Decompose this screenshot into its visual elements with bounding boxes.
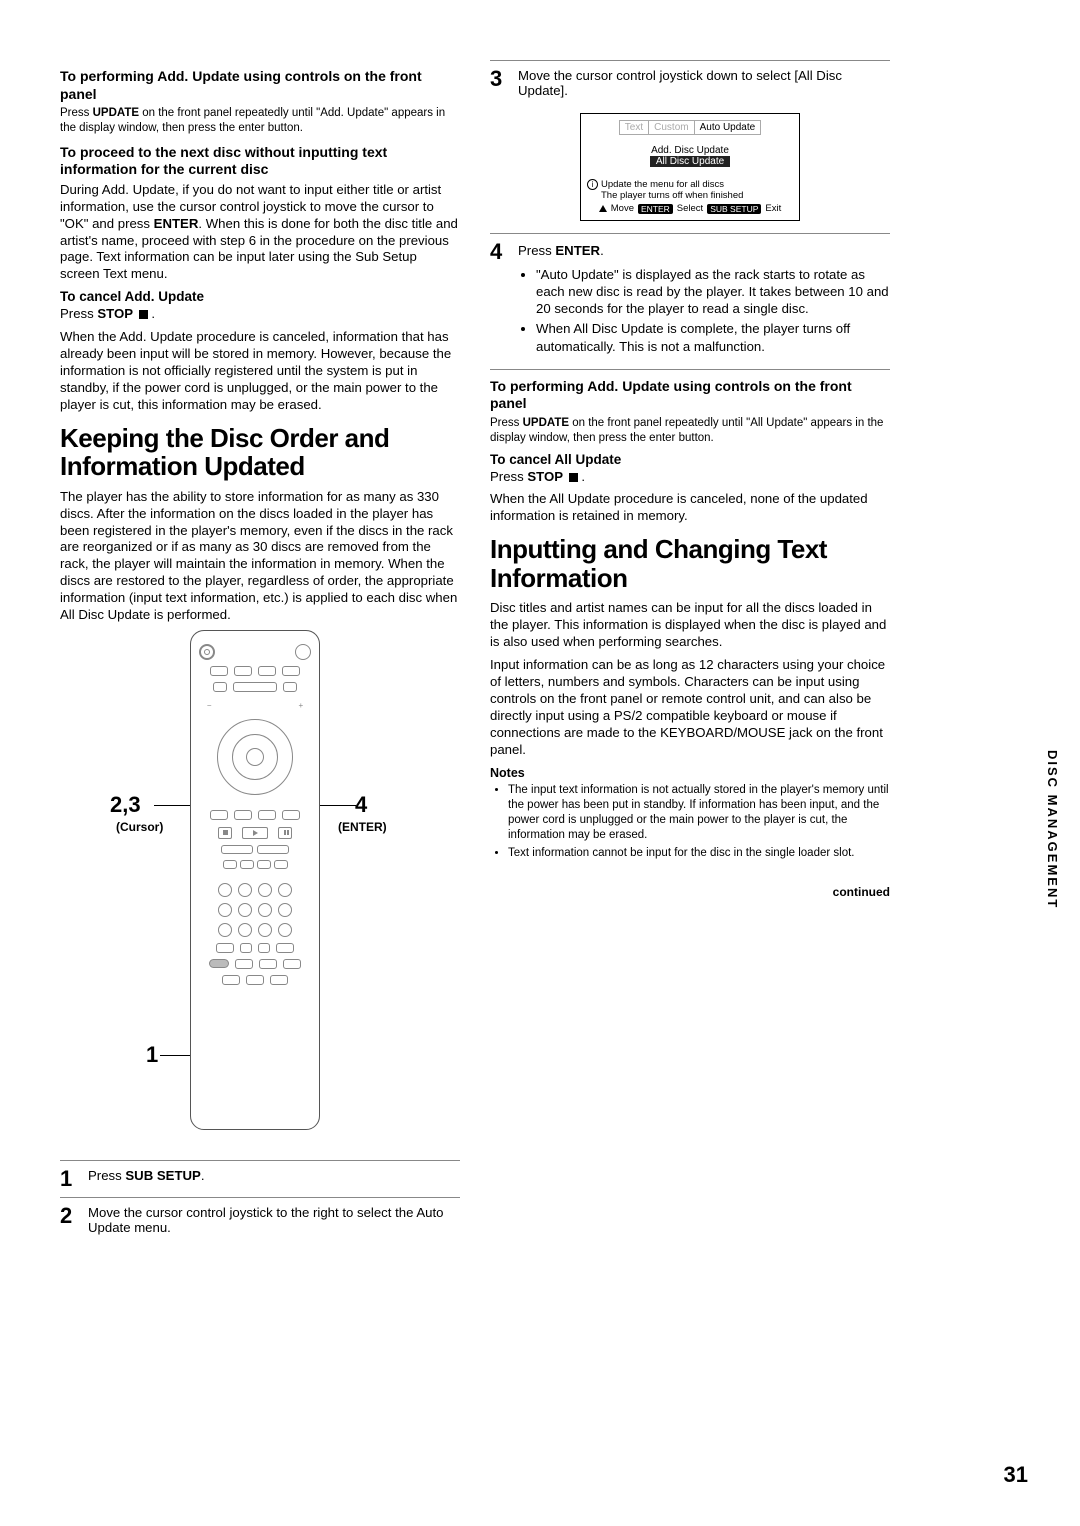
osd-line-add: Add. Disc Update <box>650 145 730 156</box>
paragraph-keeping-order-body: The player has the ability to store info… <box>60 489 460 624</box>
callout-1: 1 <box>146 1042 158 1068</box>
left-column: To performing Add. Update using controls… <box>60 60 460 1242</box>
side-tab: DISC MANAGEMENT <box>1045 750 1060 909</box>
list-item: "Auto Update" is displayed as the rack s… <box>536 266 890 317</box>
step-2: 2 Move the cursor control joystick to th… <box>60 1197 460 1242</box>
callout-4: 4 <box>355 792 367 818</box>
list-item: Text information cannot be input for the… <box>508 846 890 861</box>
stop-icon <box>569 473 578 482</box>
step-4: 4 Press ENTER. "Auto Update" is displaye… <box>490 233 890 365</box>
paragraph-all-update-instruction: Press UPDATE on the front panel repeated… <box>490 416 890 446</box>
paragraph-press-stop-2: Press STOP . <box>490 469 890 486</box>
title-keeping-order: Keeping the Disc Order and Information U… <box>60 424 460 481</box>
paragraph-input-text-1: Disc titles and artist names can be inpu… <box>490 600 890 651</box>
callout-enter: (ENTER) <box>338 820 387 834</box>
stop-icon <box>139 310 148 319</box>
step-number: 1 <box>60 1168 88 1190</box>
heading-proceed-next: To proceed to the next disc without inpu… <box>60 144 460 179</box>
paragraph-cancel-add-body: When the Add. Update procedure is cancel… <box>60 329 460 413</box>
paragraph-update-instruction: Press UPDATE on the front panel repeated… <box>60 106 460 136</box>
list-item: The input text information is not actual… <box>508 783 890 843</box>
list-item: When All Disc Update is complete, the pl… <box>536 320 890 354</box>
osd-line-all-highlight: All Disc Update <box>650 156 730 167</box>
step-number: 4 <box>490 241 518 263</box>
joystick-up-icon <box>599 205 607 212</box>
osd-tab-autoupdate: Auto Update <box>695 121 761 134</box>
paragraph-cancel-all-body: When the All Update procedure is cancele… <box>490 491 890 525</box>
heading-cancel-add: To cancel Add. Update <box>60 289 460 304</box>
title-inputting-text: Inputting and Changing Text Information <box>490 535 890 592</box>
right-column: 3 Move the cursor control joystick down … <box>490 60 890 1242</box>
subsetup-pill: SUB SETUP <box>707 204 761 214</box>
step-number: 2 <box>60 1205 88 1227</box>
osd-screenshot: Text Custom Auto Update Add. Disc Update… <box>580 113 800 221</box>
step-number: 3 <box>490 68 518 90</box>
remote-diagram: 2,3 (Cursor) 4 (ENTER) 1 −+ <box>60 630 460 1160</box>
step-1: 1 Press SUB SETUP. <box>60 1160 460 1197</box>
osd-tab-text: Text <box>620 121 649 134</box>
paragraph-input-text-2: Input information can be as long as 12 c… <box>490 657 890 758</box>
continued-label: continued <box>490 885 890 899</box>
notes-heading: Notes <box>490 766 890 780</box>
step-3: 3 Move the cursor control joystick down … <box>490 60 890 105</box>
heading-front-panel-2: To performing Add. Update using controls… <box>490 378 890 413</box>
paragraph-proceed-body: During Add. Update, if you do not want t… <box>60 182 460 283</box>
callout-cursor: (Cursor) <box>116 820 163 834</box>
enter-pill: ENTER <box>638 204 673 214</box>
heading-front-panel: To performing Add. Update using controls… <box>60 68 460 103</box>
page-number: 31 <box>1004 1462 1028 1488</box>
paragraph-press-stop-1: Press STOP . <box>60 306 460 323</box>
heading-cancel-all: To cancel All Update <box>490 452 890 467</box>
info-icon: i <box>587 179 598 190</box>
callout-2-3: 2,3 <box>110 792 141 818</box>
joystick-icon <box>217 719 293 795</box>
osd-tab-custom: Custom <box>649 121 694 134</box>
remote-outline: −+ <box>190 630 320 1130</box>
